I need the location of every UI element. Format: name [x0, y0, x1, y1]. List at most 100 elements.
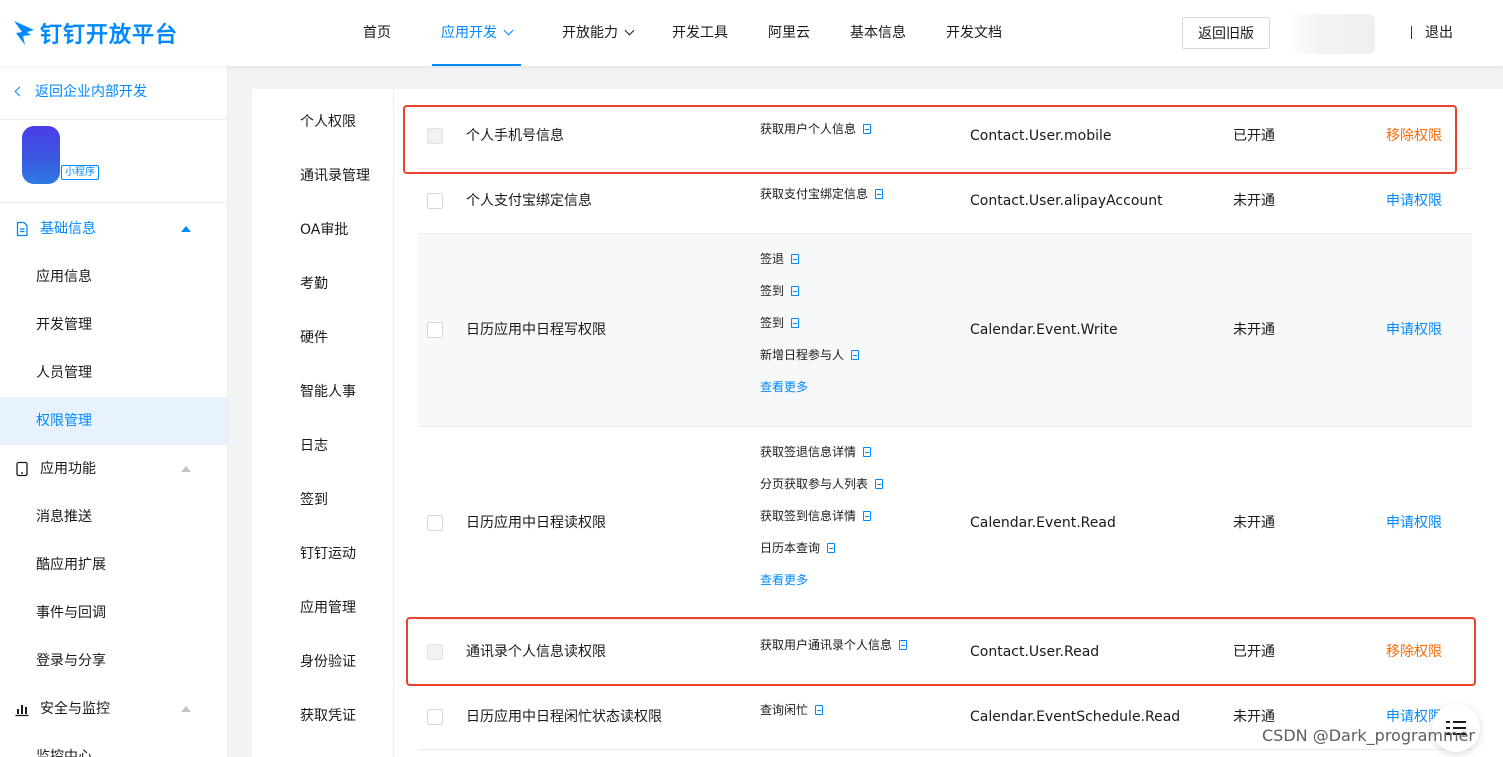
- caret-up-icon: [181, 706, 191, 712]
- api-link[interactable]: 签到: [760, 315, 800, 331]
- sidebar-item-permission-management[interactable]: 权限管理: [0, 397, 227, 445]
- nav-open-capability[interactable]: 开放能力: [562, 0, 635, 66]
- apply-permission-button[interactable]: 申请权限: [1386, 320, 1442, 340]
- logo-text: 钉钉开放平台: [40, 23, 179, 48]
- api-link[interactable]: 获取用户个人信息: [760, 121, 872, 137]
- api-name: 获取支付宝绑定信息: [760, 187, 869, 201]
- permission-status: 已开通: [1233, 644, 1275, 660]
- caret-up-icon: [181, 466, 191, 472]
- nav-home[interactable]: 首页: [363, 0, 391, 66]
- sidebar-group-label: 基础信息: [40, 221, 96, 237]
- sidebar-item-cool-app-extension[interactable]: 酷应用扩展: [0, 541, 227, 589]
- category-dingtalk-sports[interactable]: 钉钉运动: [300, 544, 356, 564]
- nav-dev-docs[interactable]: 开发文档: [946, 0, 1002, 66]
- back-link-label: 返回企业内部开发: [35, 84, 147, 100]
- nav-basic-info[interactable]: 基本信息: [850, 0, 906, 66]
- nav-dev-tools[interactable]: 开发工具: [672, 0, 728, 66]
- api-link[interactable]: 分页获取参与人列表: [760, 476, 884, 492]
- doc-icon: [815, 705, 824, 715]
- sidebar-group-basic-info[interactable]: 基础信息: [0, 205, 227, 253]
- row-checkbox[interactable]: [427, 709, 443, 725]
- logout-link[interactable]: 退出: [1425, 0, 1453, 66]
- sidebar-divider: [0, 202, 227, 203]
- category-log[interactable]: 日志: [300, 436, 328, 456]
- sidebar-group-app-functions[interactable]: 应用功能: [0, 445, 227, 493]
- row-checkbox[interactable]: [427, 128, 443, 144]
- api-link[interactable]: 获取签到信息详情: [760, 508, 872, 524]
- category-credentials[interactable]: 获取凭证: [300, 706, 356, 726]
- api-name: 分页获取参与人列表: [760, 477, 869, 491]
- category-identity-verification[interactable]: 身份验证: [300, 652, 356, 672]
- category-smart-hr[interactable]: 智能人事: [300, 382, 356, 402]
- apply-permission-button[interactable]: 申请权限: [1386, 513, 1442, 533]
- dingtalk-logo[interactable]: 钉钉开放平台: [12, 17, 178, 49]
- table-row: 日历应用中日程写权限 签退 签到 签到 新增日程参与人 查看更多 Calenda…: [418, 234, 1472, 427]
- category-hardware[interactable]: 硬件: [300, 328, 328, 348]
- category-personal[interactable]: 个人权限: [300, 112, 356, 132]
- row-checkbox[interactable]: [427, 515, 443, 531]
- sidebar: 返回企业内部开发 小程序 基础信息 应用信息 开发管理 人员管理 权限管理 应用…: [0, 66, 228, 757]
- nav-app-dev-label: 应用开发: [441, 25, 497, 41]
- sidebar-group-security-monitoring[interactable]: 安全与监控: [0, 685, 227, 733]
- back-to-internal-dev-link[interactable]: 返回企业内部开发: [14, 80, 147, 104]
- apply-permission-button[interactable]: 申请权限: [1386, 191, 1442, 211]
- category-contacts[interactable]: 通讯录管理: [300, 166, 370, 186]
- sidebar-item-monitoring-center[interactable]: 监控中心: [0, 733, 227, 757]
- api-link[interactable]: 签到: [760, 283, 800, 299]
- category-check-in[interactable]: 签到: [300, 490, 328, 510]
- api-name: 签到: [760, 316, 785, 330]
- category-attendance[interactable]: 考勤: [300, 274, 328, 294]
- permission-name: 日历应用中日程读权限: [466, 515, 606, 531]
- api-name: 签到: [760, 284, 785, 298]
- row-checkbox[interactable]: [427, 322, 443, 338]
- api-link[interactable]: 获取用户通讯录个人信息: [760, 637, 908, 653]
- api-link[interactable]: 获取签退信息详情: [760, 444, 872, 460]
- permission-panel: 个人权限 通讯录管理 OA审批 考勤 硬件 智能人事 日志 签到 钉钉运动 应用…: [252, 89, 1503, 757]
- api-link[interactable]: 日历本查询: [760, 540, 836, 556]
- sidebar-item-events-callbacks[interactable]: 事件与回调: [0, 589, 227, 637]
- app-icon: [22, 126, 60, 184]
- sidebar-group-label: 应用功能: [40, 461, 96, 477]
- document-icon: [16, 221, 28, 237]
- sidebar-item-login-share[interactable]: 登录与分享: [0, 637, 227, 685]
- permission-name: 通讯录个人信息读权限: [466, 644, 606, 660]
- doc-icon: [863, 447, 872, 457]
- api-name: 获取用户个人信息: [760, 122, 857, 136]
- header-divider: [1411, 26, 1412, 39]
- doc-icon: [791, 254, 800, 264]
- api-link[interactable]: 获取支付宝绑定信息: [760, 186, 884, 202]
- remove-permission-button[interactable]: 移除权限: [1386, 126, 1442, 146]
- permission-code: Contact.User.mobile: [970, 128, 1112, 144]
- sidebar-divider: [0, 119, 227, 120]
- row-checkbox[interactable]: [427, 644, 443, 660]
- table-row: 个人支付宝绑定信息 获取支付宝绑定信息 Contact.User.alipayA…: [418, 169, 1472, 234]
- category-app-management[interactable]: 应用管理: [300, 598, 356, 618]
- api-name: 获取用户通讯录个人信息: [760, 638, 893, 652]
- sidebar-item-member-management[interactable]: 人员管理: [0, 349, 227, 397]
- category-oa-approval[interactable]: OA审批: [300, 220, 348, 240]
- api-link[interactable]: 新增日程参与人: [760, 347, 860, 363]
- nav-app-dev[interactable]: 应用开发: [432, 0, 521, 66]
- api-name: 获取签到信息详情: [760, 509, 857, 523]
- api-name: 获取签退信息详情: [760, 445, 857, 459]
- row-checkbox[interactable]: [427, 193, 443, 209]
- permission-status: 未开通: [1233, 322, 1275, 338]
- sidebar-item-dev-management[interactable]: 开发管理: [0, 301, 227, 349]
- view-more-link[interactable]: 查看更多: [760, 379, 808, 395]
- caret-up-icon: [181, 226, 191, 232]
- sidebar-item-message-push[interactable]: 消息推送: [0, 493, 227, 541]
- table-row: 个人手机号信息 获取用户个人信息 Contact.User.mobile 已开通…: [418, 103, 1472, 169]
- remove-permission-button[interactable]: 移除权限: [1386, 642, 1442, 662]
- nav-aliyun[interactable]: 阿里云: [768, 0, 810, 66]
- permission-category-list: 个人权限 通讯录管理 OA审批 考勤 硬件 智能人事 日志 签到 钉钉运动 应用…: [252, 89, 394, 757]
- sidebar-item-app-info[interactable]: 应用信息: [0, 253, 227, 301]
- api-link[interactable]: 查询闲忙: [760, 702, 824, 718]
- user-avatar[interactable]: [1285, 14, 1375, 54]
- permission-code: Calendar.Event.Write: [970, 322, 1118, 338]
- back-to-old-version-button[interactable]: 返回旧版: [1182, 17, 1270, 49]
- view-more-link[interactable]: 查看更多: [760, 572, 808, 588]
- doc-icon: [827, 543, 836, 553]
- api-link[interactable]: 签退: [760, 251, 800, 267]
- permission-status: 未开通: [1233, 709, 1275, 725]
- doc-icon: [863, 511, 872, 521]
